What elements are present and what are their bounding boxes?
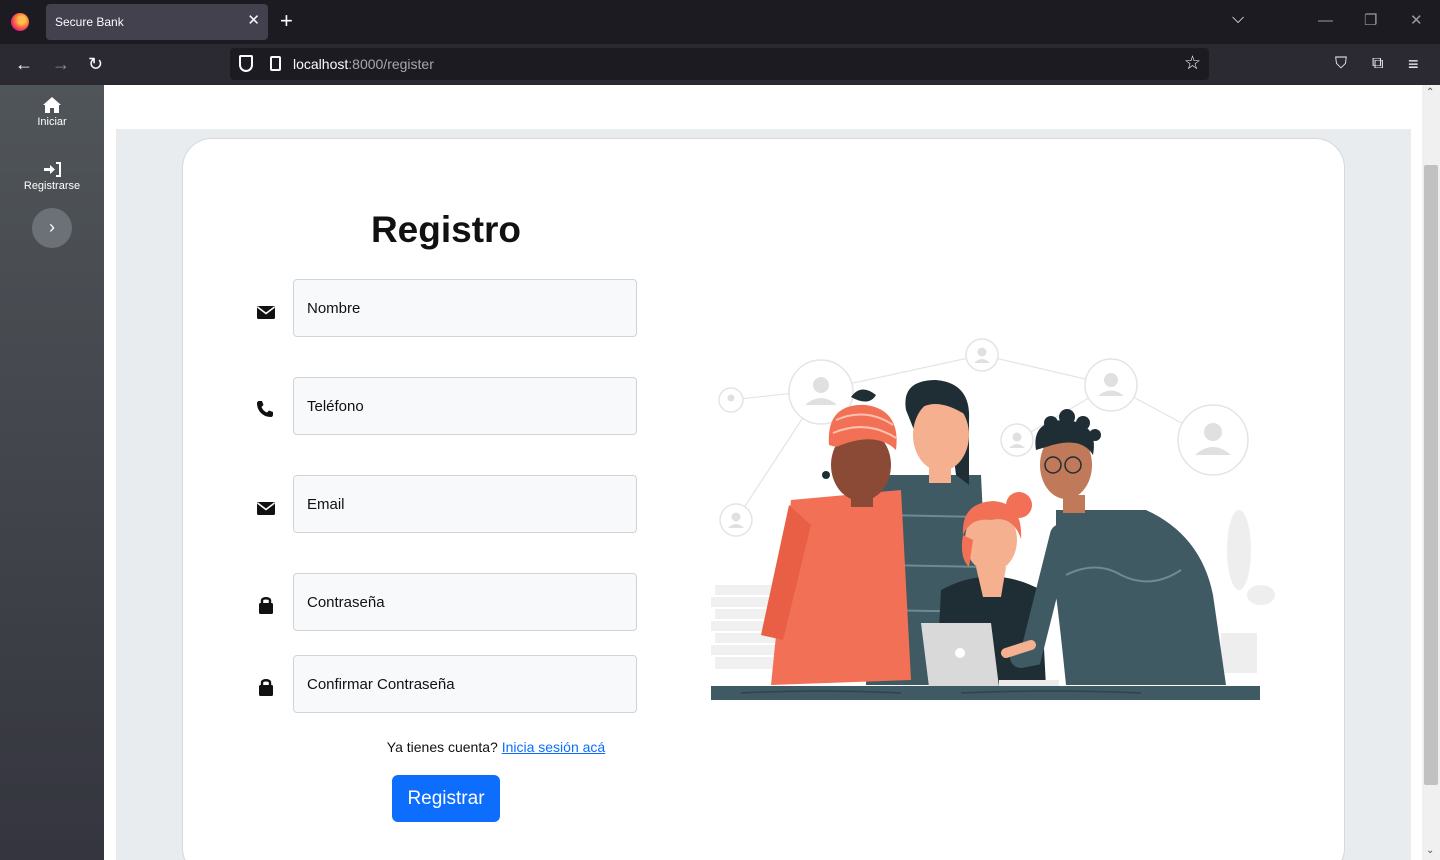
nombre-input[interactable] [293, 279, 637, 337]
content-top-strip [104, 85, 1422, 129]
page-title: Registro [370, 209, 522, 250]
register-card: Registro Ya tienes [182, 138, 1345, 860]
restore-icon[interactable]: ❐ [1364, 9, 1377, 33]
page-scrollbar[interactable]: ⌃ ⌄ [1422, 85, 1440, 860]
home-icon [43, 97, 61, 113]
sidebar-toggle-button[interactable]: › [32, 208, 72, 248]
contrasena-field-row [253, 573, 653, 631]
password-input[interactable] [293, 573, 637, 631]
list-all-tabs-icon[interactable]: ⌵ [1232, 10, 1244, 28]
new-tab-button[interactable]: + [280, 8, 293, 34]
app-sidebar: Iniciar Registrarse › [0, 85, 104, 860]
email-field-row [253, 475, 653, 533]
confirmar-contrasena-field-row [253, 655, 653, 713]
team-illustration [711, 338, 1275, 700]
back-icon[interactable]: ← [15, 53, 33, 75]
login-link[interactable]: Inicia sesión acá [502, 739, 606, 755]
envelope-icon [257, 502, 275, 515]
confirm-password-input[interactable] [293, 655, 637, 713]
nombre-field-row [253, 279, 653, 337]
extensions-icon[interactable]: ⧉ [1372, 53, 1383, 75]
browser-tab[interactable]: Secure Bank ✕ [46, 4, 268, 40]
firefox-logo-icon [11, 13, 29, 31]
table-surface [711, 686, 1260, 700]
sidebar-item-label: Registrarse [23, 180, 81, 192]
bookmark-star-icon[interactable]: ☆ [1184, 52, 1201, 75]
email-input[interactable] [293, 475, 637, 533]
lock-icon [259, 597, 273, 614]
browser-tab-bar: Secure Bank ✕ + ⌵ — ❐ ✕ [0, 0, 1440, 44]
forward-icon[interactable]: → [52, 53, 70, 75]
scroll-up-icon[interactable]: ⌃ [1426, 87, 1434, 98]
tab-title: Secure Bank [55, 15, 124, 29]
reload-icon[interactable]: ↻ [88, 53, 103, 75]
content-left-gutter [104, 129, 116, 860]
window-close-icon[interactable]: ✕ [1410, 9, 1423, 33]
phone-icon [257, 401, 273, 417]
pocket-icon[interactable]: ⛉ [1335, 53, 1347, 75]
envelope-icon [257, 306, 275, 319]
sidebar-item-iniciar[interactable]: Iniciar [0, 96, 104, 128]
url-bar[interactable]: localhost:8000/register ☆ [230, 48, 1209, 80]
person-orange-shirt [761, 389, 911, 685]
scroll-down-icon[interactable]: ⌄ [1426, 845, 1434, 856]
tab-close-icon[interactable]: ✕ [247, 12, 260, 30]
url-text[interactable]: localhost:8000/register [293, 56, 434, 72]
app-menu-icon[interactable]: ≡ [1408, 53, 1419, 75]
login-prompt-text: Ya tienes cuenta? [386, 739, 498, 755]
scroll-thumb[interactable] [1424, 165, 1438, 785]
register-button[interactable]: Registrar [392, 775, 500, 822]
browser-nav-bar: ← → ↻ localhost:8000/register ☆ ⛉ ⧉ ≡ [0, 44, 1440, 85]
telefono-input[interactable] [293, 377, 637, 435]
sidebar-item-registrarse[interactable]: Registrarse [0, 160, 104, 192]
telefono-field-row [253, 377, 653, 435]
lock-icon [259, 679, 273, 696]
minimize-icon[interactable]: — [1318, 9, 1333, 33]
sign-in-icon [44, 162, 61, 177]
page-info-icon[interactable] [270, 56, 281, 71]
login-prompt: Ya tienes cuenta? Inicia sesión acá [183, 739, 709, 755]
sidebar-item-label: Iniciar [37, 116, 67, 128]
tracking-shield-icon[interactable] [239, 55, 253, 72]
